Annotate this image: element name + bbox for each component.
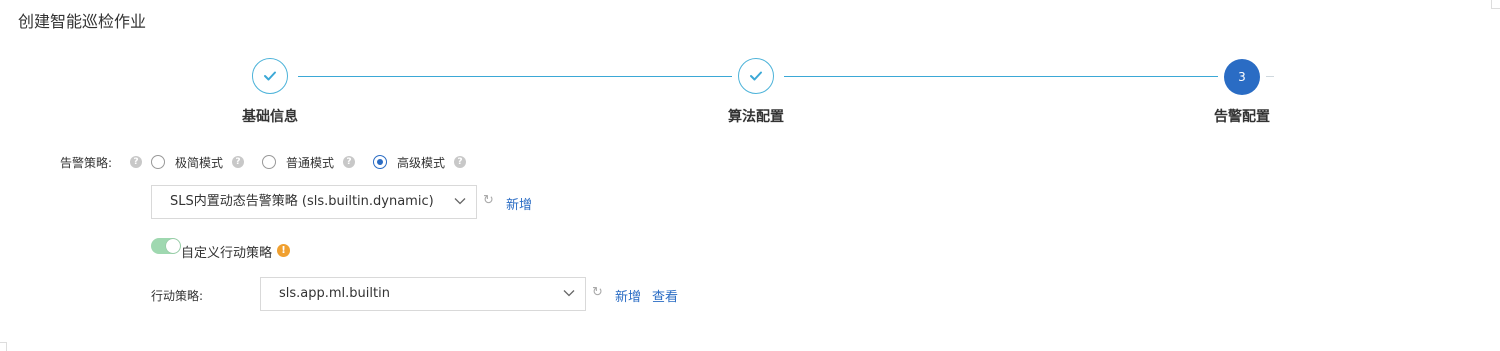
refresh-icon[interactable]: ↻ (483, 193, 494, 208)
alert-policy-label: 告警策略: (60, 156, 113, 170)
normal-mode-label[interactable]: 普通模式 (286, 154, 334, 171)
radio-simple-mode[interactable] (151, 155, 165, 169)
step-connector-1 (298, 76, 732, 77)
step-1-label: 基础信息 (242, 109, 298, 125)
step-connector-tail (1266, 76, 1274, 77)
check-icon (750, 71, 762, 81)
custom-action-label: 自定义行动策略 (181, 246, 273, 261)
add-alert-policy-link[interactable]: 新增 (506, 194, 532, 213)
help-icon[interactable]: ? (232, 156, 244, 168)
toggle-knob (166, 239, 180, 253)
step-1-indicator (252, 58, 288, 94)
help-icon[interactable]: ? (130, 156, 142, 168)
chevron-down-icon (454, 198, 466, 205)
step-3-number: 3 (1238, 70, 1246, 84)
page-title: 创建智能巡检作业 (18, 12, 147, 31)
alert-policy-value: SLS内置动态告警策略 (sls.builtin.dynamic) (170, 194, 434, 209)
window-corner (1491, 0, 1500, 9)
step-connector-2 (784, 76, 1218, 77)
step-3-indicator: 3 (1224, 59, 1260, 95)
action-policy-select[interactable]: sls.app.ml.builtin (260, 277, 586, 311)
add-action-policy-link[interactable]: 新增 (615, 286, 641, 305)
action-policy-label: 行动策略: (151, 289, 204, 303)
refresh-icon[interactable]: ↻ (592, 285, 603, 300)
radio-advanced-mode[interactable] (373, 155, 387, 169)
view-action-policy-link[interactable]: 查看 (652, 286, 678, 305)
step-2-indicator (738, 58, 774, 94)
action-policy-value: sls.app.ml.builtin (279, 286, 390, 301)
simple-mode-label[interactable]: 极简模式 (175, 154, 223, 171)
help-icon[interactable]: ? (343, 156, 355, 168)
warning-icon[interactable]: ! (277, 244, 290, 257)
chevron-down-icon (563, 290, 575, 297)
radio-normal-mode[interactable] (262, 155, 276, 169)
help-icon[interactable]: ? (454, 156, 466, 168)
step-2-label: 算法配置 (728, 109, 784, 125)
advanced-mode-label[interactable]: 高级模式 (397, 154, 445, 171)
check-icon (264, 71, 276, 81)
step-3-label: 告警配置 (1214, 109, 1270, 125)
alert-policy-select[interactable]: SLS内置动态告警策略 (sls.builtin.dynamic) (151, 185, 477, 219)
custom-action-toggle[interactable] (151, 238, 181, 254)
